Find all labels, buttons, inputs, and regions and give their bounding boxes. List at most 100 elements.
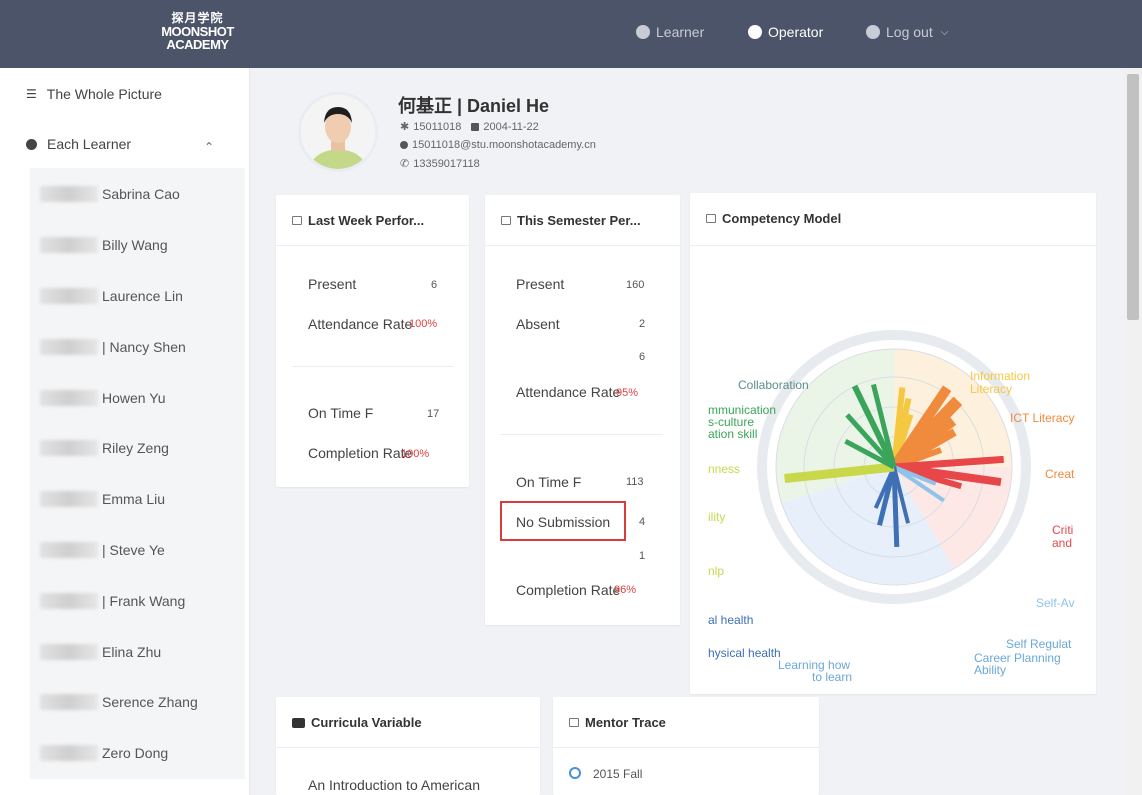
table-icon [292,216,302,225]
competency-label: hysical health [708,646,781,660]
profile-email: 15011018@stu.moonshotacademy.cn [412,139,596,151]
blurred-avatar [40,186,98,202]
circle-icon [26,138,37,150]
lw-completion-label: Completion Rate [308,445,413,461]
logout-label: Log out [886,24,933,40]
learner-name: Emma Liu [102,491,166,507]
blurred-avatar [40,390,98,406]
blurred-avatar [40,644,98,660]
sem-completion-value: 96% [614,584,637,596]
sidebar-item-learner[interactable]: Elina Zhu [40,644,161,660]
sem-absent-label: Absent [516,316,560,332]
blurred-avatar [40,542,98,558]
operator-icon [748,25,762,39]
nav-learner-label: Learner [656,24,705,40]
last-week-title: Last Week Perfor... [308,213,425,228]
sidebar-item-learner[interactable]: | Nancy Shen [40,339,186,355]
avatar [298,92,378,172]
mentor-item: 2015 Fall [593,767,643,781]
scrollbar-thumb[interactable] [1127,74,1139,320]
learner-name: | Frank Wang [102,593,186,609]
book-icon [292,717,305,728]
sidebar-item-learner[interactable]: Zero Dong [40,745,168,761]
divider [553,747,819,748]
table-icon [569,718,579,727]
competency-bar[interactable] [891,466,900,548]
competency-label: nlp [708,564,724,578]
blurred-avatar [40,593,98,609]
lw-present-value: 6 [431,279,438,291]
curricula-item[interactable]: An Introduction to American [308,777,480,793]
sidebar-item-learner[interactable]: Howen Yu [40,390,166,406]
sidebar-item-learner[interactable]: Riley Zeng [40,440,169,456]
table-icon [501,216,511,225]
nav-operator-label: Operator [768,24,824,40]
divider [292,366,454,367]
nav-operator[interactable]: Operator [748,24,823,40]
sidebar-item-learner[interactable]: | Steve Ye [40,542,165,558]
learner-name: Zero Dong [102,745,169,761]
blurred-avatar [40,237,98,253]
logout-dropdown[interactable]: Log out ⌵ [866,24,948,40]
competency-label: ation skill [708,427,757,441]
blurred-avatar [40,440,98,456]
sem-extra-value: 6 [639,351,646,363]
competency-label: Collaboration [738,378,809,392]
competency-label: and [1052,536,1072,550]
curricula-title: Curricula Variable [311,715,422,730]
semester-title: This Semester Per... [517,213,641,228]
list-icon: ☰ [26,87,37,101]
logo-en-text-2: ACADEMY [166,37,229,53]
sem-nosub-value: 4 [639,516,646,528]
sidebar-item-whole-picture[interactable]: ☰ The Whole Picture [26,86,162,102]
competency-label: ility [708,510,725,524]
sem-ontime-label: On Time F [516,474,582,490]
learner-name: Sabrina Cao [102,186,180,202]
sem-completion-label: Completion Rate [516,582,621,598]
divider [485,245,680,246]
sem-absent-value: 2 [639,318,646,330]
sidebar-item-learner[interactable]: Laurence Lin [40,288,183,304]
lw-ontime-value: 17 [427,408,440,420]
sidebar-item-learner[interactable]: Serence Zhang [40,694,198,710]
calendar-icon [471,122,480,131]
lw-attendance-value: 100% [409,318,438,330]
profile-id: 15011018 [413,120,462,133]
nav-learner[interactable]: Learner [636,24,704,40]
lw-completion-value: 100% [401,448,430,460]
competency-label: Creat [1045,467,1075,481]
learner-name: Riley Zeng [102,440,169,456]
sidebar-item-each-learner[interactable]: Each Learner [26,136,131,152]
chevron-up-icon[interactable]: ⌃ [204,140,214,154]
top-navbar: 探月学院 MOONSHOT ACADEMY Learner Operator L… [0,0,1142,68]
competency-label: Information [970,369,1030,383]
curricula-card: Curricula Variable An Introduction to Am… [276,697,540,795]
profile-phone-row: ✆ 13359017118 [400,157,480,171]
blurred-avatar [40,339,98,355]
sidebar-item-label: Each Learner [47,136,132,152]
semester-card: This Semester Per... [485,195,680,625]
at-icon [400,141,408,149]
table-icon [706,214,716,223]
competency-label: to learn [812,670,852,684]
mentor-trace-card: Mentor Trace 2015 Fall [553,697,819,795]
sem-ontime-value: 113 [626,476,644,488]
card-title: Mentor Trace [569,715,666,730]
sidebar-item-learner[interactable]: Billy Wang [40,237,168,253]
learner-name: Billy Wang [102,237,168,253]
compass-icon [636,25,650,39]
learner-name: Elina Zhu [102,644,162,660]
competency-label: nness [708,462,740,476]
sidebar-item-learner[interactable]: Emma Liu [40,491,165,507]
learner-name: | Nancy Shen [102,339,186,355]
competency-label: Literacy [970,382,1012,396]
profile-phone: 13359017118 [413,157,480,170]
competency-radial-chart[interactable]: Collaboration InformationLiteracy ICT Lite… [690,246,1096,694]
profile-birthday: 2004-11-22 [483,120,539,133]
competency-title: Competency Model [722,211,842,226]
sidebar-item-learner[interactable]: | Frank Wang [40,593,185,609]
moonshot-academy-logo[interactable]: 探月学院 MOONSHOT ACADEMY [150,12,245,52]
sidebar-item-learner[interactable]: Sabrina Cao [40,186,180,202]
timeline-dot-icon [569,767,581,779]
profile-email-row: 15011018@stu.moonshotacademy.cn [400,139,596,151]
